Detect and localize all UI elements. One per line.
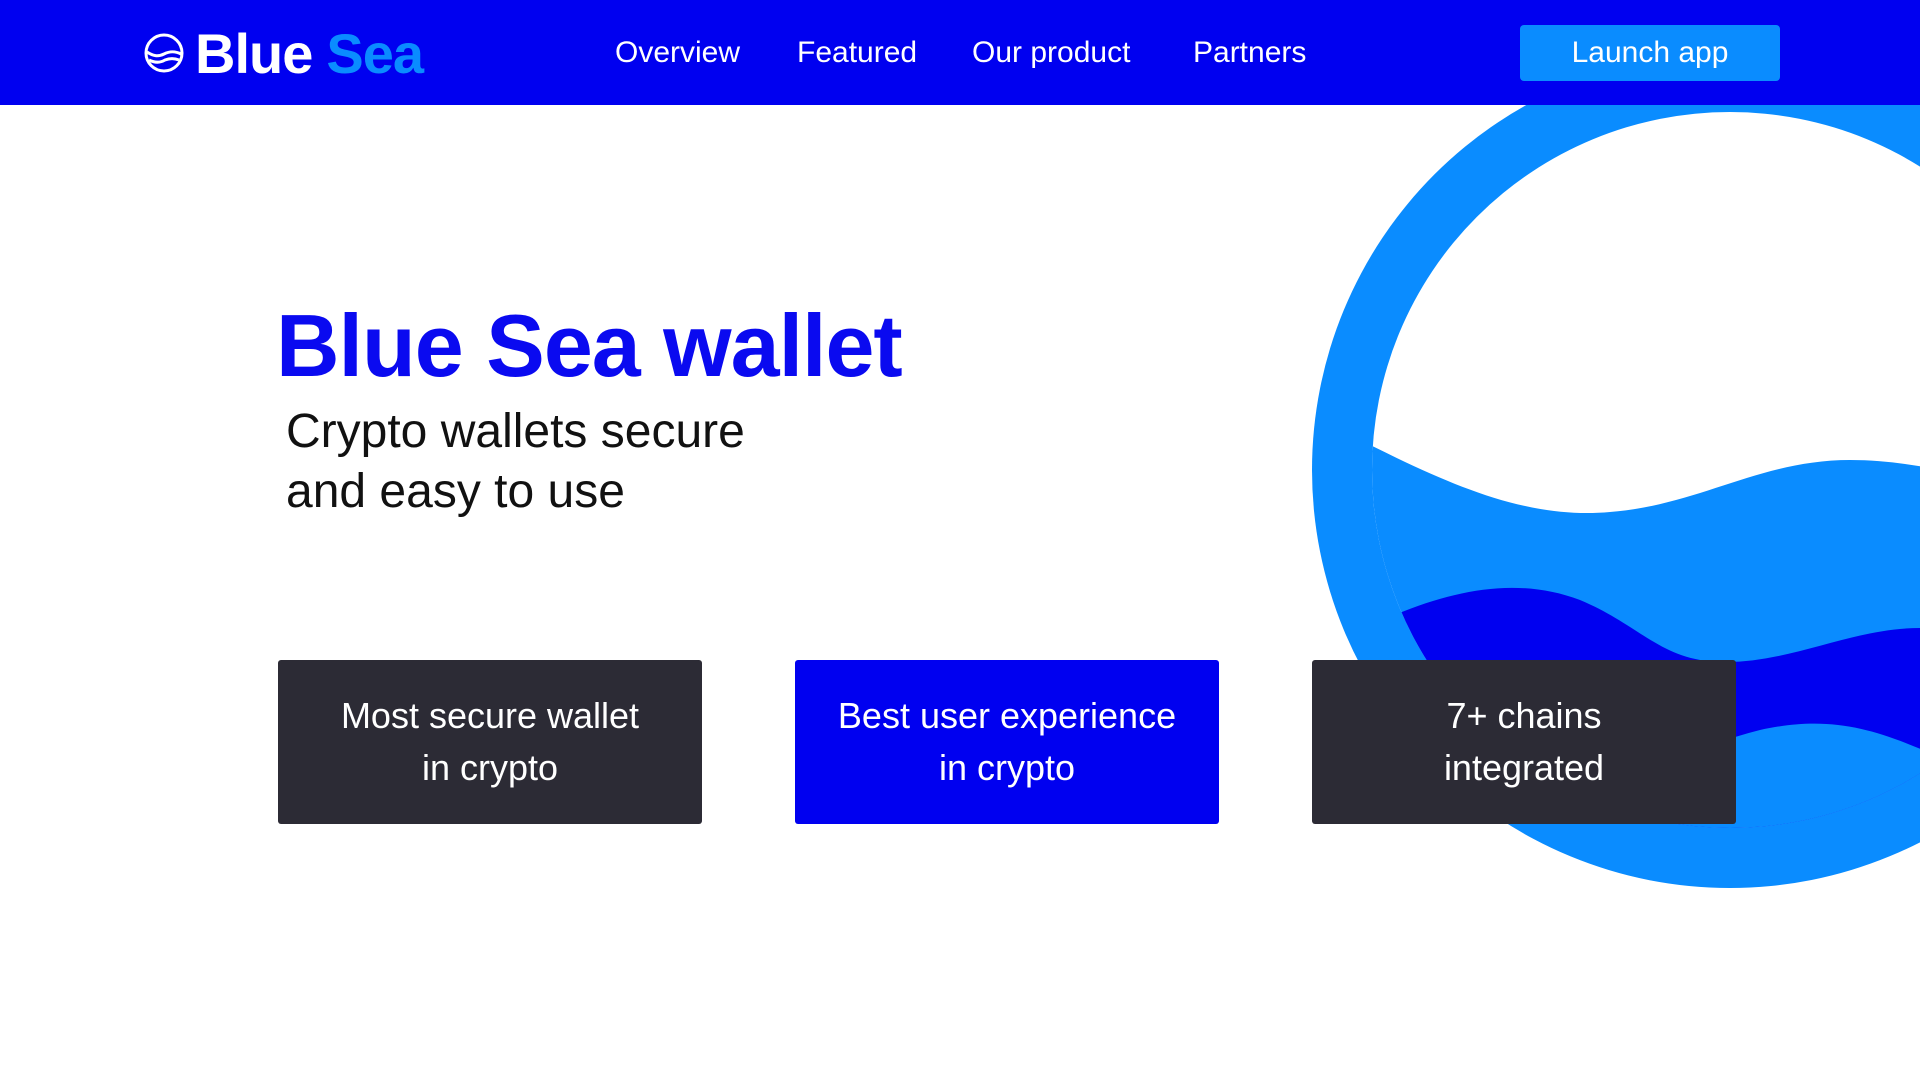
feature-card-line-2: integrated [1443, 747, 1605, 788]
nav-overview-link[interactable]: Overview [615, 33, 740, 73]
feature-card-user-experience: Best user experience in crypto [795, 660, 1219, 824]
feature-card-line-1: Best user experience [837, 695, 1177, 736]
hero-subtitle: Crypto wallets secure and easy to use [286, 402, 745, 522]
hero-subtitle-line-2: and easy to use [286, 465, 625, 518]
nav-partners-link[interactable]: Partners [1193, 33, 1306, 73]
nav-featured-link[interactable]: Featured [797, 33, 917, 73]
brand-name-first: Blue [195, 21, 313, 85]
feature-card-security: Most secure wallet in crypto [278, 660, 702, 824]
hero-title: Blue Sea wallet [276, 296, 903, 395]
landing-page: Blue Sea Overview Featured Our product P… [0, 0, 1920, 1080]
feature-card-line-2: in crypto [938, 747, 1076, 788]
feature-card-line-1: Most secure wallet [340, 695, 640, 736]
launch-app-button[interactable]: Launch app [1520, 25, 1780, 81]
feature-card-line-2: in crypto [421, 747, 559, 788]
feature-card-chains: 7+ chains integrated [1312, 660, 1736, 824]
hero-subtitle-line-1: Crypto wallets secure [286, 405, 745, 458]
top-navbar: Blue Sea Overview Featured Our product P… [0, 0, 1920, 105]
nav-our-product-link[interactable]: Our product [972, 33, 1130, 73]
decorative-sea-circle [1312, 52, 1920, 888]
wave-globe-icon [144, 33, 184, 73]
feature-card-line-1: 7+ chains [1446, 695, 1602, 736]
brand-name-second: Sea [326, 21, 424, 85]
brand-logo[interactable]: Blue Sea [143, 21, 424, 85]
